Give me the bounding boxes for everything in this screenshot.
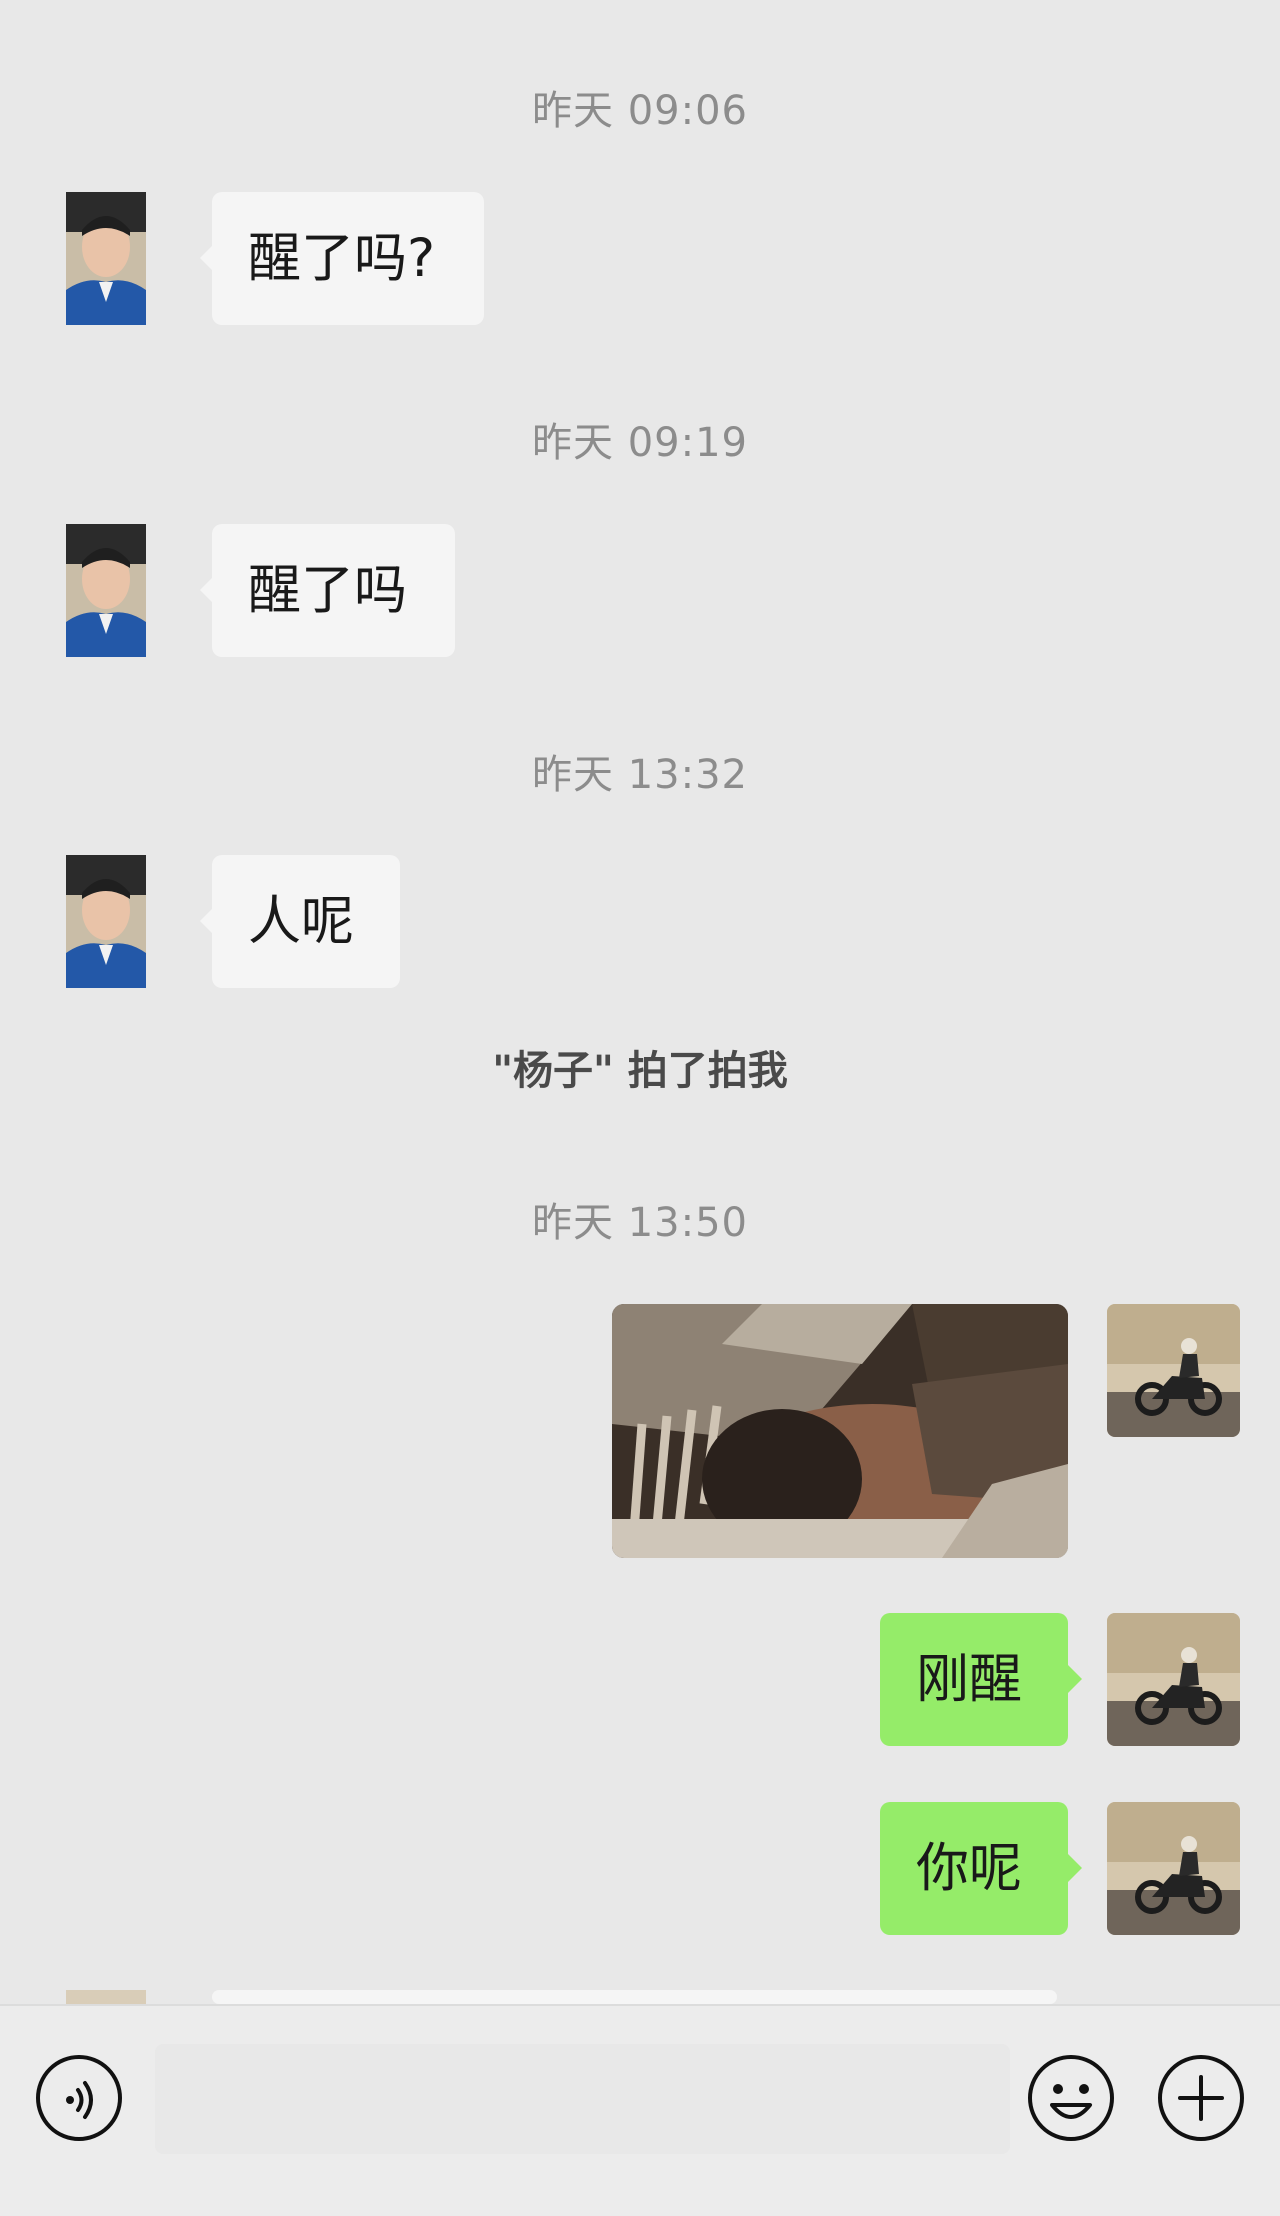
message-bubble-incoming[interactable]: 醒了吗? bbox=[212, 192, 484, 325]
message-input[interactable] bbox=[155, 2044, 1010, 2154]
avatar[interactable] bbox=[66, 855, 146, 988]
message-bubble-outgoing[interactable]: 刚醒 bbox=[880, 1613, 1068, 1746]
timestamp: 昨天 13:32 bbox=[532, 752, 748, 798]
input-bar bbox=[0, 2004, 1280, 2216]
avatar-partial[interactable] bbox=[66, 1990, 146, 2004]
plus-icon[interactable] bbox=[1156, 2053, 1246, 2143]
friend-avatar-image bbox=[66, 524, 146, 657]
my-avatar[interactable] bbox=[1107, 1613, 1240, 1746]
my-avatar[interactable] bbox=[1107, 1304, 1240, 1437]
emoji-icon[interactable] bbox=[1026, 2053, 1116, 2143]
motorcycle-avatar-image bbox=[1107, 1613, 1240, 1746]
message-image-outgoing[interactable] bbox=[612, 1304, 1068, 1558]
motorcycle-avatar-image bbox=[1107, 1802, 1240, 1935]
avatar[interactable] bbox=[66, 524, 146, 657]
avatar[interactable] bbox=[66, 192, 146, 325]
timestamp: 昨天 09:06 bbox=[532, 88, 748, 134]
chat-message-list[interactable]: 昨天 09:06 醒了吗? 昨天 09:19 醒了吗 昨天 13:32 人呢 "… bbox=[0, 0, 1280, 2004]
friend-avatar-image bbox=[66, 855, 146, 988]
message-bubble-outgoing[interactable]: 你呢 bbox=[880, 1802, 1068, 1935]
friend-avatar-image bbox=[66, 192, 146, 325]
motorcycle-avatar-image bbox=[1107, 1304, 1240, 1437]
message-bubble-incoming[interactable]: 醒了吗 bbox=[212, 524, 455, 657]
voice-icon[interactable] bbox=[34, 2053, 124, 2143]
bubble-tail bbox=[1068, 1665, 1082, 1693]
message-bubble-partial[interactable] bbox=[212, 1990, 1057, 2004]
my-avatar[interactable] bbox=[1107, 1802, 1240, 1935]
message-bubble-incoming[interactable]: 人呢 bbox=[212, 855, 400, 988]
timestamp: 昨天 09:19 bbox=[532, 420, 748, 466]
photo-person-in-bed bbox=[612, 1304, 1068, 1558]
bubble-tail bbox=[1068, 1854, 1082, 1882]
timestamp: 昨天 13:50 bbox=[532, 1200, 748, 1246]
system-notice-pat: "杨子" 拍了拍我 bbox=[492, 1048, 788, 1094]
